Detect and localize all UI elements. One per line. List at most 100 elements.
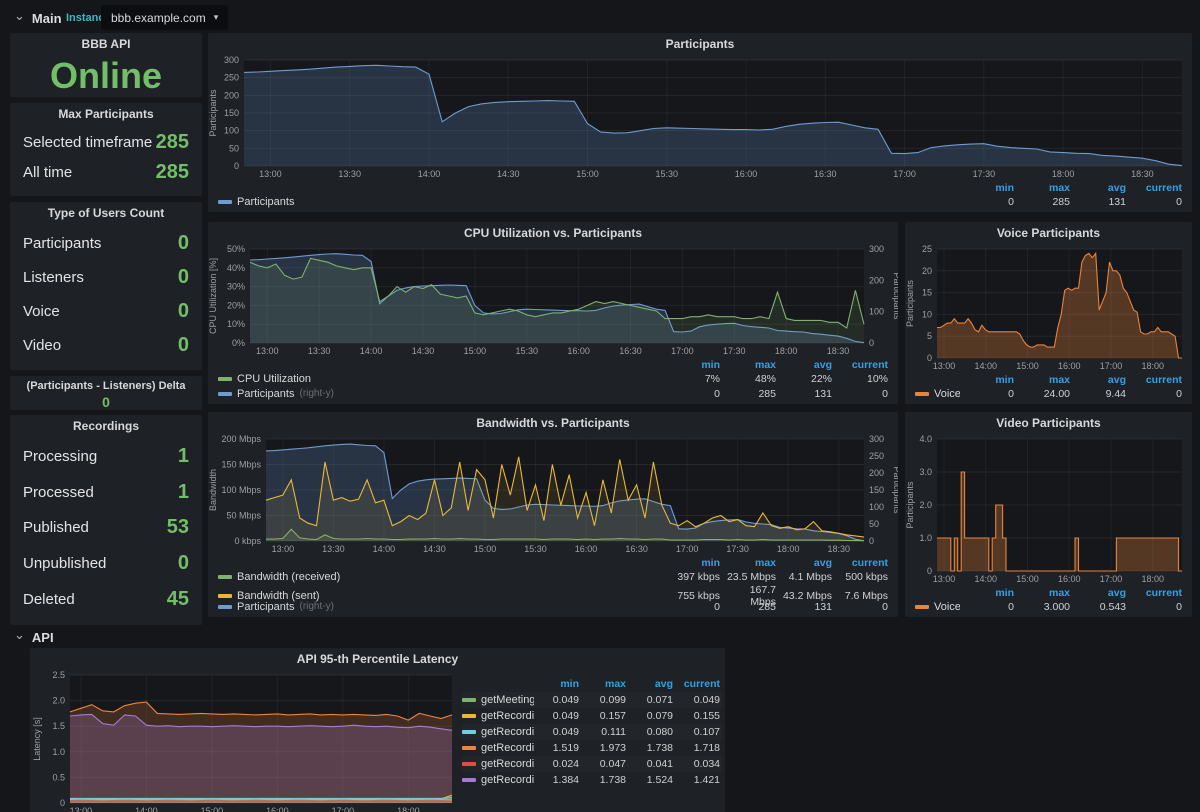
legend-series-label[interactable]: Voice participants <box>915 601 960 613</box>
svg-text:16:00: 16:00 <box>1058 574 1081 584</box>
panel-voice: Voice Participants 051015202513:0014:001… <box>905 222 1192 404</box>
svg-text:14:00: 14:00 <box>974 574 997 584</box>
panel-title[interactable]: BBB API <box>10 33 202 55</box>
video-legend: minmaxavgcurrentVoice participants03.000… <box>905 586 1192 617</box>
svg-text:3.0: 3.0 <box>919 467 932 477</box>
legend-stat-header: avg <box>628 678 675 690</box>
legend-stat-value: 285 <box>722 601 778 613</box>
legend-series-label[interactable]: CPU Utilization <box>218 373 666 385</box>
instance-dropdown[interactable]: bbb.example.com ▾ <box>101 5 228 30</box>
svg-text:20%: 20% <box>227 300 245 310</box>
legend-series-label[interactable]: getRecordings processed <box>462 726 534 738</box>
legend-series-label[interactable]: getRecordings published <box>462 742 534 754</box>
api-latency-chart[interactable]: 00.51.01.52.02.513:0014:0015:0016:0017:0… <box>32 670 460 812</box>
legend-stat-value: 131 <box>1072 196 1128 208</box>
stat-label: Processing <box>23 448 97 465</box>
legend-row: Participants02851310 <box>218 194 1184 209</box>
legend-stat-value: 0 <box>666 601 722 613</box>
legend-series-label[interactable]: getRecordings deleted <box>462 774 534 786</box>
legend-series-label[interactable]: Participants(right-y) <box>218 601 666 613</box>
legend-row: getRecordings deleted1.3841.7381.5241.42… <box>462 772 722 788</box>
legend-stat-header: max <box>722 359 778 371</box>
panel-recordings: Recordings Processing 1 Processed 1 Publ… <box>10 415 202 625</box>
row-api-label: API <box>32 630 54 645</box>
panel-cpu: CPU Utilization vs. Participants 0%10%20… <box>208 222 898 404</box>
stat-row: Video 0 <box>23 334 189 357</box>
series-color-swatch-icon <box>462 698 476 702</box>
legend-stat-header: min <box>534 678 581 690</box>
bandwidth-chart[interactable]: 0 kbps50 Mbps100 Mbps150 Mbps200 Mbps050… <box>208 434 898 556</box>
legend-header: minmaxavgcurrent <box>218 181 1184 194</box>
svg-text:40%: 40% <box>227 263 245 273</box>
svg-text:13:30: 13:30 <box>322 544 345 554</box>
svg-text:14:00: 14:00 <box>135 806 158 812</box>
participants-chart[interactable]: 05010015020025030013:0013:3014:0014:3015… <box>208 55 1192 181</box>
legend-series-label[interactable]: Voice participants <box>915 388 960 400</box>
legend-stat-value: 0 <box>1128 388 1184 400</box>
panel-title[interactable]: CPU Utilization vs. Participants <box>208 222 898 244</box>
svg-text:18:00: 18:00 <box>1052 169 1075 179</box>
svg-text:150: 150 <box>869 485 884 495</box>
svg-text:100: 100 <box>869 307 884 317</box>
series-color-swatch-icon <box>915 392 929 396</box>
legend-row: Voice participants03.0000.5430 <box>915 599 1184 614</box>
panel-title[interactable]: Video Participants <box>905 412 1192 434</box>
video-chart[interactable]: 01.02.03.04.013:0014:0015:0016:0017:0018… <box>905 434 1192 586</box>
legend-stat-value: 0.041 <box>628 758 675 770</box>
panel-title[interactable]: Voice Participants <box>905 222 1192 244</box>
stat-label: Selected timeframe <box>23 134 152 151</box>
panel-participants: Participants 05010015020025030013:0013:3… <box>208 33 1192 212</box>
svg-text:50 Mbps: 50 Mbps <box>226 511 261 521</box>
panel-title[interactable]: Recordings <box>10 415 202 437</box>
legend-stat-value: 0.111 <box>581 726 628 738</box>
svg-text:16:00: 16:00 <box>266 806 289 812</box>
stat-label: Deleted <box>23 591 75 608</box>
legend-stat-header: current <box>1128 587 1184 599</box>
stat-value: 0 <box>178 300 189 323</box>
legend-stat-value: 0.157 <box>581 710 628 722</box>
bandwidth-legend: minmaxavgcurrentBandwidth (received)397 … <box>208 556 898 617</box>
svg-text:300: 300 <box>224 55 239 65</box>
legend-series-label[interactable]: Participants(right-y) <box>218 388 666 400</box>
svg-text:1.5: 1.5 <box>52 721 65 731</box>
legend-stat-value: 0 <box>960 196 1016 208</box>
stat-row: All time 285 <box>23 161 189 184</box>
panel-title[interactable]: Type of Users Count <box>10 202 202 224</box>
legend-stat-value: 285 <box>1016 196 1072 208</box>
svg-text:0.5: 0.5 <box>52 772 65 782</box>
legend-row: getRecordings published1.5191.9731.7381.… <box>462 740 722 756</box>
legend-series-label[interactable]: Bandwidth (received) <box>218 571 666 583</box>
panel-title[interactable]: API 95-th Percentile Latency <box>30 648 725 670</box>
legend-stat-header: min <box>960 182 1016 194</box>
legend-stat-header: avg <box>1072 182 1128 194</box>
legend-series-label[interactable]: getRecordings unpublished <box>462 758 534 770</box>
panel-title[interactable]: Max Participants <box>10 103 202 125</box>
legend-header: minmaxavgcurrent <box>218 556 890 569</box>
svg-text:0: 0 <box>869 338 874 348</box>
series-color-swatch-icon <box>915 605 929 609</box>
voice-chart[interactable]: 051015202513:0014:0015:0016:0017:0018:00… <box>905 244 1192 373</box>
row-header-api[interactable]: ⌄ API <box>14 629 54 645</box>
stat-row: Selected timeframe 285 <box>23 131 189 154</box>
legend-series-label[interactable]: Participants <box>218 196 960 208</box>
stat-label: Listeners <box>23 269 84 286</box>
legend-stat-header: max <box>1016 182 1072 194</box>
panel-title[interactable]: Participants <box>208 33 1192 55</box>
panel-title[interactable]: Bandwidth vs. Participants <box>208 412 898 434</box>
legend-header: minmaxavgcurrent <box>218 358 890 371</box>
svg-text:13:00: 13:00 <box>272 544 295 554</box>
legend-stat-value: 0 <box>834 388 890 400</box>
svg-text:18:30: 18:30 <box>827 346 850 356</box>
svg-text:18:00: 18:00 <box>1142 361 1165 371</box>
legend-series-label[interactable]: getMeetings <box>462 694 534 706</box>
legend-series-label[interactable]: getRecordings processing <box>462 710 534 722</box>
svg-text:200 Mbps: 200 Mbps <box>221 434 261 444</box>
svg-text:18:00: 18:00 <box>397 806 420 812</box>
legend-stat-value: 0.049 <box>675 694 722 706</box>
row-header-main[interactable]: ⌄ Main <box>14 10 62 26</box>
legend-stat-value: 23.5 Mbps <box>722 571 778 583</box>
svg-text:13:30: 13:30 <box>338 169 361 179</box>
panel-title[interactable]: (Participants - Listeners) Delta <box>10 376 202 394</box>
cpu-chart[interactable]: 0%10%20%30%40%50%010020030013:0013:3014:… <box>208 244 898 358</box>
legend-stat-header: max <box>722 557 778 569</box>
